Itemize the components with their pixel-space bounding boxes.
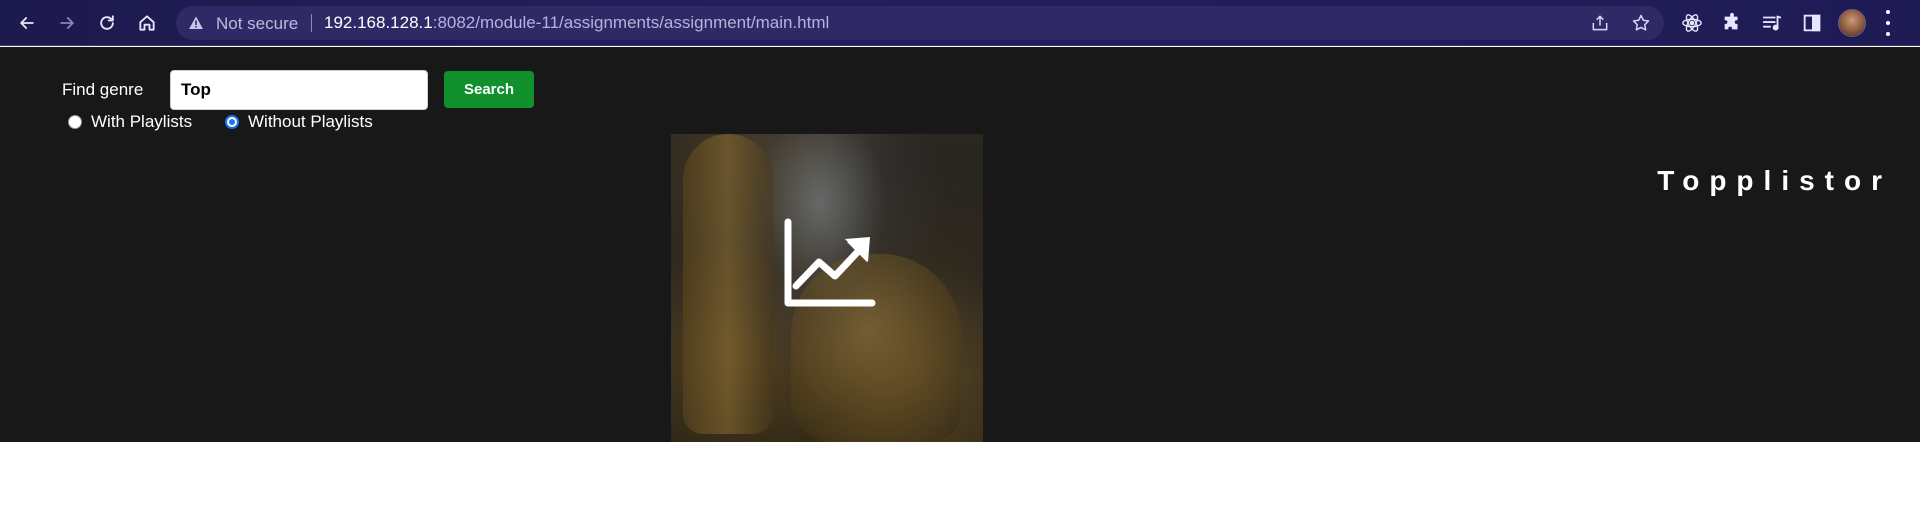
star-icon[interactable] — [1631, 13, 1651, 33]
react-devtools-icon[interactable] — [1680, 11, 1704, 35]
page-title: Topplistor — [1657, 165, 1892, 196]
search-button[interactable]: Search — [444, 71, 534, 108]
without-playlists-radio[interactable] — [225, 115, 239, 129]
browser-toolbar: Not secure 192.168.128.1:8082/module-11/… — [0, 0, 1920, 46]
category-cover-image[interactable] — [671, 134, 983, 442]
without-playlists-option[interactable]: Without Playlists — [225, 112, 373, 132]
with-playlists-label: With Playlists — [91, 112, 193, 131]
trending-up-icon — [781, 218, 877, 308]
genre-search-input[interactable] — [170, 70, 428, 110]
with-playlists-option[interactable]: With Playlists — [68, 112, 192, 132]
home-icon[interactable] — [132, 8, 162, 38]
url-path: :8082/module-11/assignments/assignment/m… — [432, 13, 830, 32]
cover-glove-left — [683, 134, 773, 434]
with-playlists-radio[interactable] — [68, 115, 82, 129]
url-text[interactable]: 192.168.128.1:8082/module-11/assignments… — [324, 13, 829, 33]
side-panel-icon[interactable] — [1800, 11, 1824, 35]
find-genre-label: Find genre — [62, 80, 144, 99]
address-bar[interactable]: Not secure 192.168.128.1:8082/module-11/… — [176, 6, 1664, 40]
extensions-icon[interactable] — [1720, 11, 1744, 35]
omnibox-divider — [311, 14, 312, 32]
url-host: 192.168.128.1 — [324, 13, 433, 32]
security-label[interactable]: Not secure — [216, 14, 298, 34]
without-playlists-label: Without Playlists — [248, 112, 373, 131]
forward-icon[interactable] — [52, 8, 82, 38]
warning-icon[interactable] — [188, 15, 204, 31]
menu-icon[interactable] — [1884, 10, 1892, 36]
page-content: Find genre Search With Playlists Without… — [0, 47, 1920, 532]
hero-section: Find genre Search With Playlists Without… — [0, 47, 1920, 442]
back-icon[interactable] — [12, 8, 42, 38]
avatar[interactable] — [1838, 9, 1866, 37]
media-icon[interactable] — [1760, 11, 1784, 35]
reload-icon[interactable] — [92, 8, 122, 38]
share-icon[interactable] — [1590, 13, 1610, 33]
